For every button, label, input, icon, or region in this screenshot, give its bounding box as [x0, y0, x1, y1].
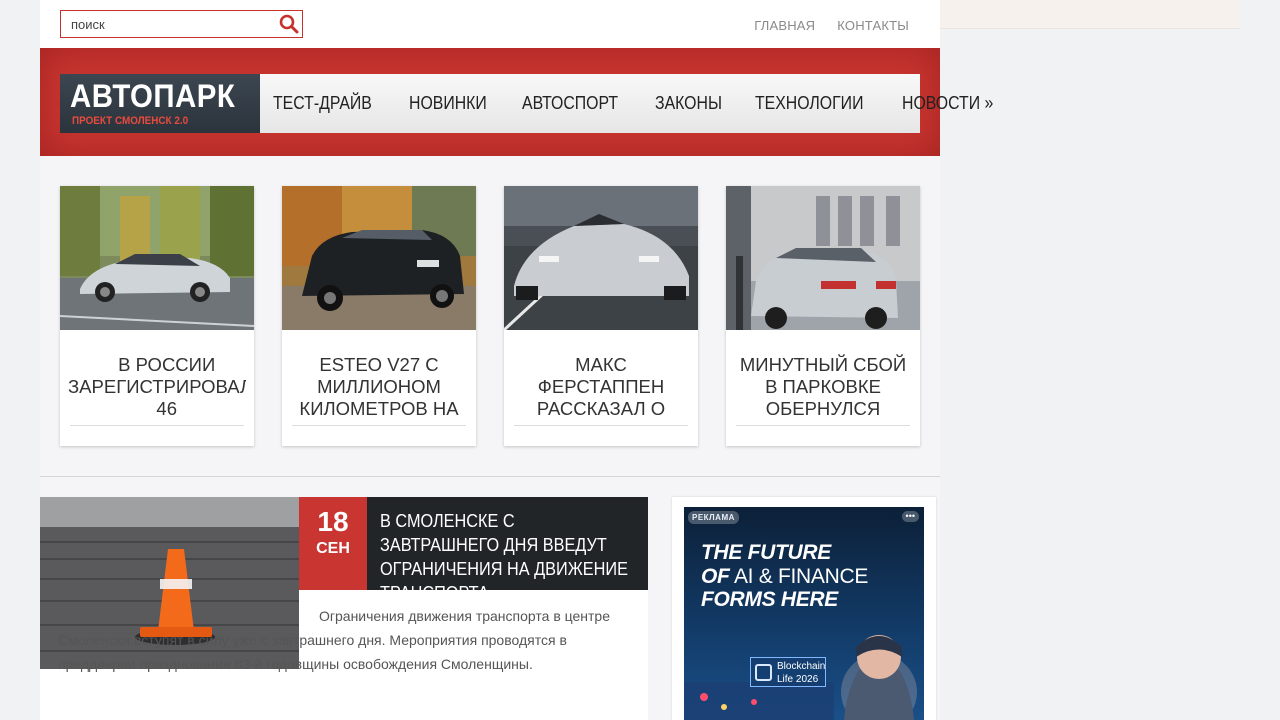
ad-box: РЕКЛАМА ••• THE FUTURE OF AI & FINANCE F… — [672, 497, 936, 720]
top-bar: ГЛАВНАЯ КОНТАКТЫ — [40, 0, 940, 48]
post-excerpt: Ограничения движения транспорта в центре… — [58, 604, 638, 676]
card-divider — [292, 425, 466, 426]
menu-item-test-drive[interactable]: ТЕСТ-ДРАЙВ — [273, 93, 372, 114]
featured-cards: В РОССИИ ЗАРЕГИСТРИРОВАЛИ 46 ЭЛЕКТРОМОБИ… — [60, 186, 920, 446]
post-title[interactable]: В СМОЛЕНСКЕ С ЗАВТРАШНЕГО ДНЯ ВВЕДУТ ОГР… — [380, 509, 635, 605]
menu-item-technology[interactable]: ТЕХНОЛОГИИ — [755, 93, 863, 114]
card-image[interactable] — [282, 186, 476, 330]
menu-item-news[interactable]: НОВОСТИ » — [902, 93, 993, 114]
top-nav-contacts[interactable]: КОНТАКТЫ — [837, 18, 909, 33]
card-divider — [514, 425, 688, 426]
featured-card[interactable]: МИНУТНЫЙ СБОЙ В ПАРКОВКЕ ОБЕРНУЛСЯ ШТРАФ… — [726, 186, 920, 446]
card-divider — [70, 425, 244, 426]
featured-card[interactable]: В РОССИИ ЗАРЕГИСТРИРОВАЛИ 46 ЭЛЕКТРОМОБИ… — [60, 186, 254, 446]
main-menu: ТЕСТ-ДРАЙВ НОВИНКИ АВТОСПОРТ ЗАКОНЫ ТЕХН… — [260, 74, 994, 133]
card-title[interactable]: МАКС ФЕРСТАППЕН РАССКАЗАЛ О НОВОМ КОНТРА… — [512, 354, 690, 424]
logo-title: АВТОПАРК — [70, 78, 236, 114]
page: ГЛАВНАЯ КОНТАКТЫ АВТОПАРК ПРОЕКТ СМОЛЕНС… — [40, 0, 994, 720]
site-logo[interactable]: АВТОПАРК ПРОЕКТ СМОЛЕНСК 2.0 — [60, 74, 260, 133]
card-divider — [736, 425, 910, 426]
ad-headline-line-3: FORMS HERE — [701, 588, 839, 611]
post-date-month: СЕН — [316, 540, 350, 557]
logo-subtitle: ПРОЕКТ СМОЛЕНСК 2.0 — [72, 115, 189, 127]
top-nav: ГЛАВНАЯ КОНТАКТЫ — [754, 18, 909, 33]
top-nav-home[interactable]: ГЛАВНАЯ — [754, 18, 815, 33]
post-title-box: В СМОЛЕНСКЕ С ЗАВТРАШНЕГО ДНЯ ВВЕДУТ ОГР… — [367, 497, 648, 603]
card-image[interactable] — [60, 186, 254, 330]
ad-options-icon[interactable]: ••• — [901, 511, 919, 522]
section-divider — [40, 476, 940, 477]
post-excerpt-text: Ограничения движения транспорта в центре… — [58, 608, 611, 672]
card-title[interactable]: ESTEO V27 С МИЛЛИОНОМ КИЛОМЕТРОВ НА — [290, 354, 468, 424]
ad-brand-logo: Blockchain Life 2026 — [750, 657, 826, 687]
news-post: 18 СЕН В СМОЛЕНСКЕ С ЗАВТРАШНЕГО ДНЯ ВВЕ… — [40, 497, 648, 720]
card-image[interactable] — [726, 186, 920, 330]
card-image[interactable] — [504, 186, 698, 330]
menu-item-motorsport[interactable]: АВТОСПОРТ — [522, 93, 618, 114]
blockchain-logo-icon — [755, 664, 772, 681]
card-title[interactable]: В РОССИИ ЗАРЕГИСТРИРОВАЛИ 46 ЭЛЕКТРОМОБИ… — [68, 354, 246, 424]
featured-card[interactable]: МАКС ФЕРСТАППЕН РАССКАЗАЛ О НОВОМ КОНТРА… — [504, 186, 698, 446]
search-box — [60, 10, 303, 38]
ad-banner[interactable]: РЕКЛАМА ••• THE FUTURE OF AI & FINANCE F… — [684, 507, 924, 720]
menu-item-laws[interactable]: ЗАКОНЫ — [655, 93, 722, 114]
menu-item-new[interactable]: НОВИНКИ — [409, 93, 487, 114]
header-band: АВТОПАРК ПРОЕКТ СМОЛЕНСК 2.0 ТЕСТ-ДРАЙВ … — [40, 48, 994, 156]
search-icon[interactable] — [279, 14, 299, 34]
search-input[interactable] — [61, 11, 271, 37]
post-date: 18 СЕН — [299, 497, 367, 590]
right-sidebar-banner — [940, 0, 1240, 29]
featured-card[interactable]: ESTEO V27 С МИЛЛИОНОМ КИЛОМЕТРОВ НА — [282, 186, 476, 446]
card-title[interactable]: МИНУТНЫЙ СБОЙ В ПАРКОВКЕ ОБЕРНУЛСЯ ШТРАФ… — [734, 354, 912, 424]
ad-headline-line-2: OF AI & FINANCE — [701, 565, 869, 588]
ad-headline-line-1: THE FUTURE — [701, 541, 831, 564]
ad-badge: РЕКЛАМА — [688, 511, 739, 524]
post-date-day: 18 — [317, 506, 349, 537]
